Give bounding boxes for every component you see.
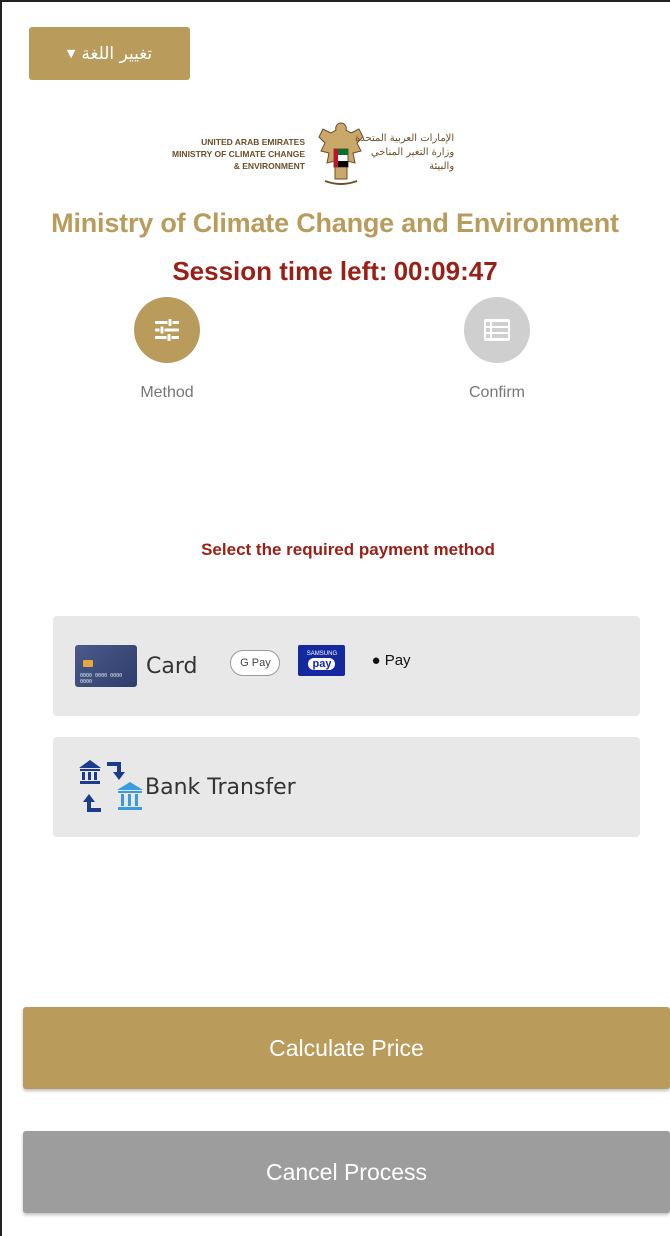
ministry-logo: UNITED ARAB EMIRATES MINISTRY OF CLIMATE… xyxy=(100,116,570,192)
logo-arabic-text: الإمارات العربية المتحدة وزارة التغير ال… xyxy=(355,133,455,172)
cancel-process-button[interactable]: Cancel Process xyxy=(23,1131,670,1213)
bank-transfer-icon xyxy=(79,760,143,812)
card-number: 0000 0000 0000 0000 xyxy=(80,673,123,685)
caret-down-icon: ▼ xyxy=(66,47,76,60)
apple-logo-icon: ● xyxy=(371,651,381,669)
google-pay-text: G Pay xyxy=(240,657,271,669)
payment-option-bank-label: Bank Transfer xyxy=(145,774,296,800)
session-label: Session time left: xyxy=(172,256,388,286)
credit-card-icon: 0000 0000 0000 0000 xyxy=(75,645,137,687)
calculate-price-button[interactable]: Calculate Price xyxy=(23,1007,670,1089)
payment-option-card[interactable]: 0000 0000 0000 0000 Card G Pay SAMSUNG p… xyxy=(53,616,640,716)
step-method-label: Method xyxy=(140,384,194,401)
step-confirm-circle xyxy=(464,297,530,363)
google-pay-icon: G Pay xyxy=(230,650,281,676)
payment-option-bank-transfer[interactable]: Bank Transfer xyxy=(53,737,640,837)
step-method-circle xyxy=(134,297,200,363)
session-time: 00:09:47 xyxy=(393,256,498,286)
change-language-button[interactable]: ▼ تغيير اللغة xyxy=(29,27,190,80)
payment-option-card-label: Card xyxy=(146,653,198,679)
apple-pay-text: Pay xyxy=(384,651,411,669)
samsung-pay-brand: SAMSUNG xyxy=(306,651,338,657)
sliders-icon xyxy=(155,318,179,342)
step-confirm[interactable]: Confirm xyxy=(427,297,567,402)
payment-instruction: Select the required payment method xyxy=(201,540,495,559)
session-timer: Session time left: 00:09:47 xyxy=(0,256,670,287)
samsung-pay-text: pay xyxy=(308,658,336,670)
change-language-label: تغيير اللغة xyxy=(81,43,153,64)
logo-english-text: UNITED ARAB EMIRATES MINISTRY OF CLIMATE… xyxy=(171,137,305,171)
card-chip-icon xyxy=(83,660,93,667)
page-title: Ministry of Climate Change and Environme… xyxy=(51,208,619,238)
list-icon xyxy=(484,319,510,341)
step-confirm-label: Confirm xyxy=(468,384,525,401)
samsung-pay-icon: SAMSUNG pay xyxy=(298,644,346,676)
apple-pay-icon: ● Pay xyxy=(371,652,410,669)
step-method[interactable]: Method xyxy=(97,297,237,402)
